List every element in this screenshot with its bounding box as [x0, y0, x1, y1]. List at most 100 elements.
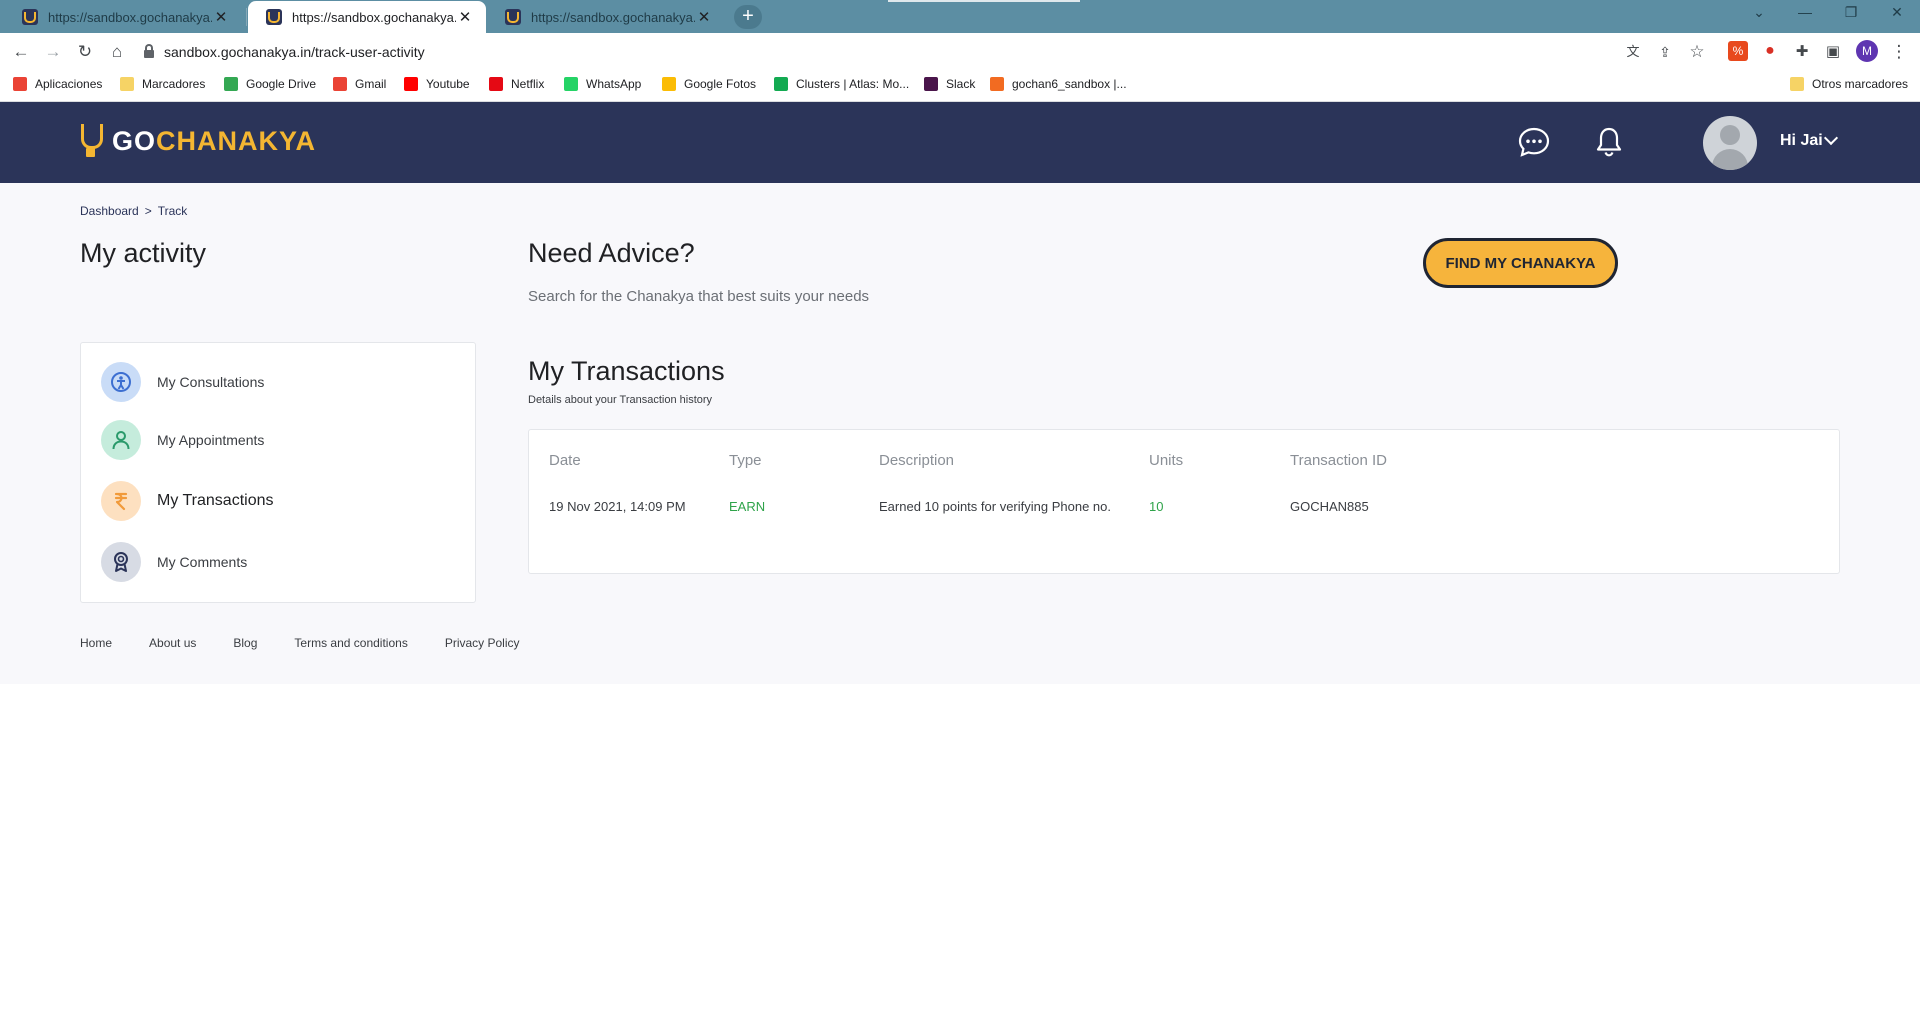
restore-icon[interactable]: ❐ — [1828, 4, 1874, 21]
user-avatar[interactable] — [1703, 116, 1757, 170]
tab-search-icon[interactable]: ⌄ — [1736, 4, 1782, 21]
transactions-table: Date Type Description Units Transaction … — [528, 429, 1840, 574]
browser-tab-3[interactable]: https://sandbox.gochanakya.in/w ✕ — [487, 1, 725, 33]
close-icon[interactable]: ✕ — [456, 8, 474, 26]
new-tab-button[interactable]: + — [734, 5, 762, 29]
bookmark-other[interactable]: Otros marcadores — [1790, 77, 1908, 91]
apps-grid-icon — [13, 77, 27, 91]
browser-toolbar: ← → ↻ ⌂ sandbox.gochanakya.in/track-user… — [0, 33, 1920, 71]
sidebar-item-label: My Consultations — [157, 374, 265, 390]
breadcrumb-dashboard[interactable]: Dashboard — [80, 204, 139, 218]
page-title: My activity — [80, 238, 207, 268]
slack-icon — [924, 77, 938, 91]
cell-date: 19 Nov 2021, 14:09 PM — [549, 499, 686, 514]
chat-icon[interactable] — [1516, 124, 1552, 160]
bookmark-marcadores[interactable]: Marcadores — [120, 77, 205, 91]
footer-link-about[interactable]: About us — [149, 636, 196, 650]
column-header-date: Date — [549, 452, 581, 469]
advice-subtitle: Search for the Chanakya that best suits … — [528, 288, 870, 305]
whatsapp-icon — [564, 77, 578, 91]
column-header-transaction-id: Transaction ID — [1290, 452, 1387, 469]
sidebar-item-consultations[interactable]: My Consultations — [101, 362, 264, 402]
tab-title: https://sandbox.gochanakya.in/e — [48, 9, 212, 25]
youtube-icon — [404, 77, 418, 91]
reload-icon[interactable]: ↻ — [72, 39, 98, 65]
breadcrumb-separator: > — [144, 204, 152, 218]
minimize-icon[interactable]: — — [1782, 4, 1828, 20]
bookmark-netflix[interactable]: Netflix — [489, 77, 544, 91]
address-bar[interactable]: sandbox.gochanakya.in/track-user-activit… — [140, 36, 1670, 68]
sidebar-item-comments[interactable]: My Comments — [101, 542, 247, 582]
sidebar-item-label: My Appointments — [157, 432, 265, 448]
sandbox-icon — [990, 77, 1004, 91]
extensions-puzzle-icon[interactable]: ✚ — [1789, 39, 1815, 65]
gochanakya-logo[interactable]: GOCHANAKYA — [78, 122, 316, 160]
tab-separator — [246, 8, 247, 26]
user-greeting[interactable]: Hi Jai — [1780, 132, 1823, 150]
bookmark-whatsapp[interactable]: WhatsApp — [564, 77, 641, 91]
badge-icon — [101, 542, 141, 582]
bookmark-apps[interactable]: Aplicaciones — [13, 77, 102, 91]
sidebar-item-label: My Transactions — [157, 492, 274, 509]
logo-text-go: GO — [112, 125, 157, 156]
bookmark-gmail[interactable]: Gmail — [333, 77, 386, 91]
cell-type: EARN — [729, 499, 766, 514]
advice-title: Need Advice? — [528, 238, 695, 268]
tab-title: https://sandbox.gochanakya.in/t — [292, 9, 456, 25]
gmail-icon — [333, 77, 347, 91]
bookmark-slack[interactable]: Slack — [924, 77, 975, 91]
browser-tab-2[interactable]: https://sandbox.gochanakya.in/t ✕ — [248, 1, 486, 33]
bookmark-youtube[interactable]: Youtube — [404, 77, 470, 91]
window-close-icon[interactable]: ✕ — [1874, 4, 1920, 21]
share-icon[interactable]: ⇪ — [1652, 39, 1678, 65]
translate-icon[interactable]: 文 — [1620, 39, 1646, 65]
browser-menu-icon[interactable]: ⋮ — [1886, 39, 1912, 65]
mongodb-leaf-icon — [774, 77, 788, 91]
home-icon[interactable]: ⌂ — [104, 39, 130, 65]
chevron-down-icon[interactable] — [1823, 130, 1839, 146]
footer-links: Home About us Blog Terms and conditions … — [80, 636, 557, 650]
bookmark-google-fotos[interactable]: Google Fotos — [662, 77, 756, 91]
column-header-description: Description — [879, 452, 955, 469]
side-panel-icon[interactable]: ▣ — [1820, 39, 1846, 65]
browser-profile-avatar[interactable]: M — [1856, 40, 1878, 62]
logo-text-chanakya: CHANAKYA — [156, 125, 317, 156]
sidebar-item-transactions[interactable]: My Transactions — [101, 481, 273, 521]
bell-icon[interactable] — [1591, 124, 1627, 160]
footer-link-terms[interactable]: Terms and conditions — [294, 636, 407, 650]
footer-link-blog[interactable]: Blog — [233, 636, 257, 650]
chanakya-mark-icon — [78, 122, 104, 160]
consultation-icon — [101, 362, 141, 402]
cell-units: 10 — [1149, 499, 1164, 514]
transactions-subtitle: Details about your Transaction history — [528, 394, 713, 406]
bookmark-google-drive[interactable]: Google Drive — [224, 77, 316, 91]
footer-link-home[interactable]: Home — [80, 636, 112, 650]
browser-tab-1[interactable]: https://sandbox.gochanakya.in/e ✕ — [4, 1, 242, 33]
forward-icon[interactable]: → — [40, 39, 66, 65]
url-text[interactable]: sandbox.gochanakya.in/track-user-activit… — [164, 44, 425, 60]
close-icon[interactable]: ✕ — [212, 8, 230, 26]
tab-loading-bar — [888, 0, 1080, 2]
tab-title: https://sandbox.gochanakya.in/w — [531, 9, 695, 25]
cell-description: Earned 10 points for verifying Phone no. — [879, 499, 1111, 514]
gochanakya-favicon — [505, 9, 521, 25]
bookmark-gochan-sandbox[interactable]: gochan6_sandbox |... — [990, 77, 1127, 91]
netflix-icon — [489, 77, 503, 91]
footer-link-privacy[interactable]: Privacy Policy — [445, 636, 520, 650]
main-content: Dashboard > Track My activity Need Advic… — [0, 183, 1920, 684]
back-icon[interactable]: ← — [8, 39, 34, 65]
find-my-chanakya-button[interactable]: FIND MY CHANAKYA — [1423, 238, 1618, 288]
extension-alert-icon[interactable]: ● — [1760, 41, 1780, 61]
sidebar-item-label: My Comments — [157, 554, 248, 570]
sidebar-item-appointments[interactable]: My Appointments — [101, 420, 264, 460]
person-icon — [101, 420, 141, 460]
cell-transaction-id: GOCHAN885 — [1290, 499, 1369, 514]
close-icon[interactable]: ✕ — [695, 8, 713, 26]
lock-icon[interactable] — [144, 44, 154, 58]
app-navbar: GOCHANAKYA Hi Jai — [0, 102, 1920, 183]
bookmark-star-icon[interactable]: ☆ — [1684, 39, 1710, 65]
bookmark-atlas[interactable]: Clusters | Atlas: Mo... — [774, 77, 909, 91]
gochanakya-favicon — [22, 9, 38, 25]
extension-percent-icon[interactable]: % — [1728, 41, 1748, 61]
browser-tab-strip: https://sandbox.gochanakya.in/e ✕ https:… — [0, 0, 1920, 33]
